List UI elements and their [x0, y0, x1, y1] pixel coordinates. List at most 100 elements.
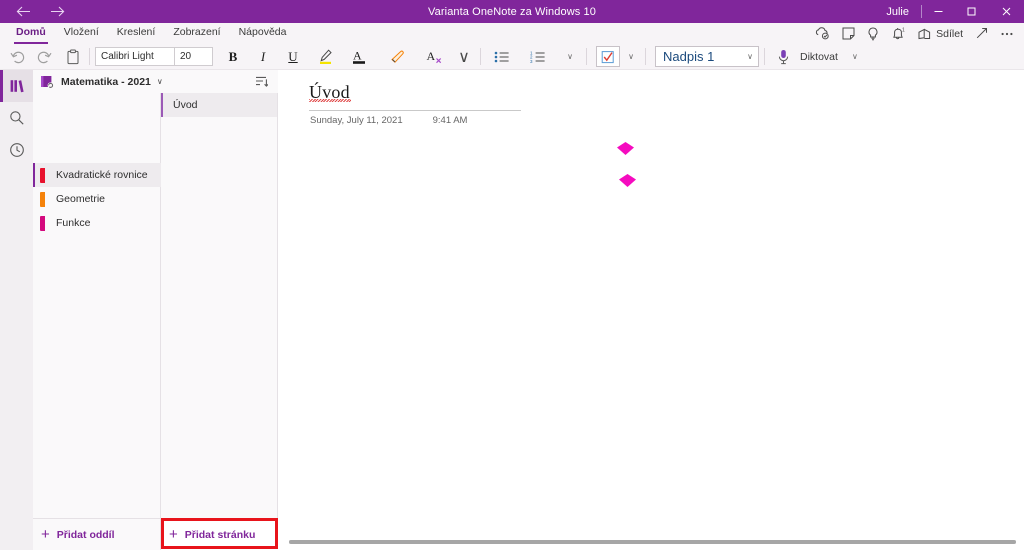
toolbar-divider: [586, 48, 587, 65]
add-page-button[interactable]: + Přidat stránku: [161, 519, 278, 550]
notebook-name: Matematika - 2021: [61, 76, 151, 88]
plus-icon: +: [169, 527, 178, 542]
font-controls: Calibri Light 20: [95, 47, 213, 66]
tab-kresleni[interactable]: Kreslení: [108, 23, 165, 44]
tab-domu[interactable]: Domů: [7, 23, 55, 44]
section-item-geometrie[interactable]: Geometrie: [33, 187, 161, 211]
dictate-caret-icon[interactable]: ∨: [844, 46, 866, 68]
todo-caret-icon[interactable]: ∨: [620, 46, 642, 68]
tab-label: Domů: [16, 26, 46, 38]
share-label: Sdílet: [936, 28, 963, 40]
section-color-swatch: [40, 192, 45, 207]
selection-handle-bottom-icon[interactable]: [619, 174, 636, 187]
arrow-left-icon[interactable]: [6, 0, 40, 23]
close-button[interactable]: [988, 0, 1024, 23]
format-painter-icon[interactable]: [386, 46, 411, 68]
page-date: Sunday, July 11, 2021: [310, 115, 403, 126]
search-icon: [9, 110, 25, 126]
section-color-swatch: [40, 168, 45, 183]
add-section-label: Přidat oddíl: [57, 529, 115, 541]
font-color-icon[interactable]: A: [347, 46, 372, 68]
tab-napoveda[interactable]: Nápověda: [230, 23, 296, 44]
onenote-window: Varianta OneNote za Windows 10 Julie Dom…: [0, 0, 1024, 550]
paragraph-style-dropdown[interactable]: Nadpis 1 ∨: [655, 46, 759, 67]
numbered-list-icon[interactable]: 123: [526, 46, 550, 68]
title-bar-right: Julie: [874, 0, 1024, 23]
page-item-uvod[interactable]: Úvod: [161, 93, 277, 117]
section-label: Geometrie: [56, 193, 105, 205]
toolbar-divider: [764, 48, 765, 65]
section-item-kvadraticke-rovnice[interactable]: Kvadratické rovnice: [33, 163, 161, 187]
sticky-note-icon[interactable]: [836, 23, 861, 44]
horizontal-scrollbar[interactable]: [289, 540, 1016, 544]
undo-icon[interactable]: [6, 46, 31, 68]
tab-zobrazeni[interactable]: Zobrazení: [164, 23, 229, 44]
section-label: Funkce: [56, 217, 90, 229]
more-options-icon[interactable]: [994, 23, 1020, 44]
font-name-input[interactable]: Calibri Light: [96, 48, 174, 65]
style-value: Nadpis 1: [663, 49, 714, 64]
clipboard-icon[interactable]: [62, 46, 84, 68]
section-pane: Kvadratické rovnice Geometrie Funkce: [33, 70, 161, 550]
rail-item-notebooks[interactable]: [0, 70, 33, 102]
highlighter-icon[interactable]: [313, 46, 338, 68]
rail-item-recent[interactable]: [0, 134, 33, 166]
chevron-down-icon: ∨: [747, 52, 753, 61]
dictate-label[interactable]: Diktovat: [794, 46, 844, 68]
navigation-rail: [0, 70, 33, 550]
tab-label: Nápověda: [239, 26, 287, 38]
page-title-container[interactable]: Úvod: [309, 82, 521, 104]
account-name[interactable]: Julie: [874, 6, 921, 18]
toolbar-divider: [645, 48, 646, 65]
tab-label: Zobrazení: [173, 26, 220, 38]
note-canvas[interactable]: Úvod Sunday, July 11, 2021 9:41 AM: [278, 70, 1024, 550]
list-caret-icon[interactable]: ∨: [559, 46, 581, 68]
font-size-input[interactable]: 20: [175, 48, 212, 65]
sort-icon[interactable]: [255, 75, 268, 88]
title-bar-nav: [0, 0, 74, 23]
window-title: Varianta OneNote za Windows 10: [0, 6, 1024, 18]
full-screen-icon[interactable]: [969, 23, 994, 44]
ribbon-right-actions: 1 Sdílet: [809, 23, 1020, 44]
add-section-button[interactable]: + Přidat oddíl: [33, 519, 161, 550]
add-page-label: Přidat stránku: [185, 529, 256, 541]
section-label: Kvadratické rovnice: [56, 169, 148, 181]
rail-item-search[interactable]: [0, 102, 33, 134]
redo-icon[interactable]: [31, 46, 56, 68]
maximize-button[interactable]: [955, 0, 988, 23]
notification-bell-icon[interactable]: 1: [885, 23, 912, 44]
italic-button[interactable]: I: [252, 46, 274, 68]
share-button[interactable]: Sdílet: [912, 23, 969, 44]
formatting-toolbar: Calibri Light 20 B I U A A ∨ 123 ∨: [0, 44, 1024, 70]
title-bar: Varianta OneNote za Windows 10 Julie: [0, 0, 1024, 23]
chevron-down-icon[interactable]: ∨: [157, 77, 163, 86]
sync-icon[interactable]: [809, 23, 836, 44]
clear-formatting-icon[interactable]: A: [422, 46, 447, 68]
page-pane: Úvod: [161, 93, 278, 518]
notebook-header[interactable]: Matematika - 2021 ∨: [33, 70, 278, 93]
bullet-list-icon[interactable]: [490, 46, 514, 68]
scrollbar-thumb[interactable]: [289, 540, 1016, 544]
underline-button[interactable]: U: [282, 46, 304, 68]
minimize-button[interactable]: [922, 0, 955, 23]
lightbulb-icon[interactable]: [861, 23, 885, 44]
toolbar-divider: [480, 48, 481, 65]
microphone-icon[interactable]: [772, 46, 794, 68]
tab-vlozeni[interactable]: Vložení: [55, 23, 108, 44]
bold-button[interactable]: B: [222, 46, 244, 68]
arrow-right-icon[interactable]: [40, 0, 74, 23]
page-time: 9:41 AM: [433, 115, 468, 126]
notebooks-icon: [9, 79, 25, 93]
section-item-funkce[interactable]: Funkce: [33, 211, 161, 235]
recent-notes-icon: [9, 142, 25, 158]
svg-text:A: A: [427, 49, 436, 63]
svg-text:A: A: [353, 49, 362, 63]
page-label: Úvod: [173, 99, 198, 111]
add-bar: + Přidat oddíl + Přidat stránku: [33, 518, 278, 550]
spellcheck-squiggle: [309, 99, 351, 102]
todo-tag-button[interactable]: [596, 46, 620, 67]
selection-handle-top-icon[interactable]: [617, 142, 634, 155]
font-more-caret-icon[interactable]: ∨: [453, 46, 475, 68]
section-list: Kvadratické rovnice Geometrie Funkce: [33, 163, 161, 235]
section-color-swatch: [40, 216, 45, 231]
